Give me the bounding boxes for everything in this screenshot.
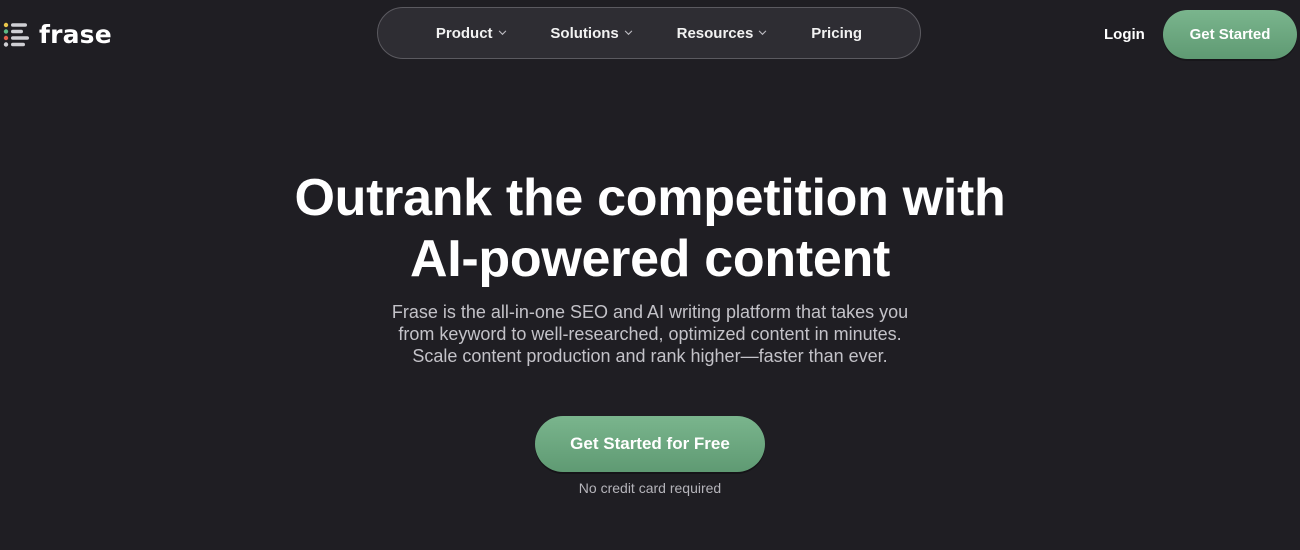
hero-title-line: AI-powered content — [410, 230, 890, 288]
nav-item-product[interactable]: Product — [428, 19, 515, 48]
nav-item-label: Pricing — [811, 24, 863, 42]
hero-title-line: Outrank the competition with — [294, 169, 1006, 227]
frase-logo[interactable]: frase — [3, 20, 112, 50]
nav-item-label: Solutions — [550, 24, 619, 42]
frase-logo-icon — [3, 22, 29, 47]
hero-section: Outrank the competition with AI-powered … — [0, 168, 1300, 367]
hero-subtitle-line: from keyword to well-researched, optimiz… — [398, 324, 902, 344]
hero-subtitle-line: Frase is the all-in-one SEO and AI writi… — [391, 302, 909, 322]
nav-item-label: Product — [435, 24, 493, 42]
nav-item-solutions[interactable]: Solutions — [542, 19, 640, 48]
main-nav: Product Solutions Resources Pricing — [377, 7, 921, 59]
chevron-down-icon — [624, 30, 632, 35]
hero-subtitle: Frase is the all-in-one SEO and AI writi… — [350, 301, 950, 367]
nav-item-resources[interactable]: Resources — [669, 19, 776, 48]
logo-wordmark: frase — [39, 20, 112, 49]
chevron-down-icon — [759, 30, 767, 35]
get-started-free-button[interactable]: Get Started for Free — [535, 416, 765, 472]
nav-item-label: Resources — [676, 24, 754, 42]
hero-title: Outrank the competition with AI-powered … — [0, 168, 1300, 290]
chevron-down-icon — [498, 30, 506, 35]
get-started-button[interactable]: Get Started — [1163, 10, 1297, 59]
no-credit-card-note: No credit card required — [578, 480, 722, 496]
nav-item-pricing[interactable]: Pricing — [803, 19, 870, 48]
hero-subtitle-line: Scale content production and rank higher… — [412, 346, 888, 366]
login-link[interactable]: Login — [1104, 25, 1145, 45]
